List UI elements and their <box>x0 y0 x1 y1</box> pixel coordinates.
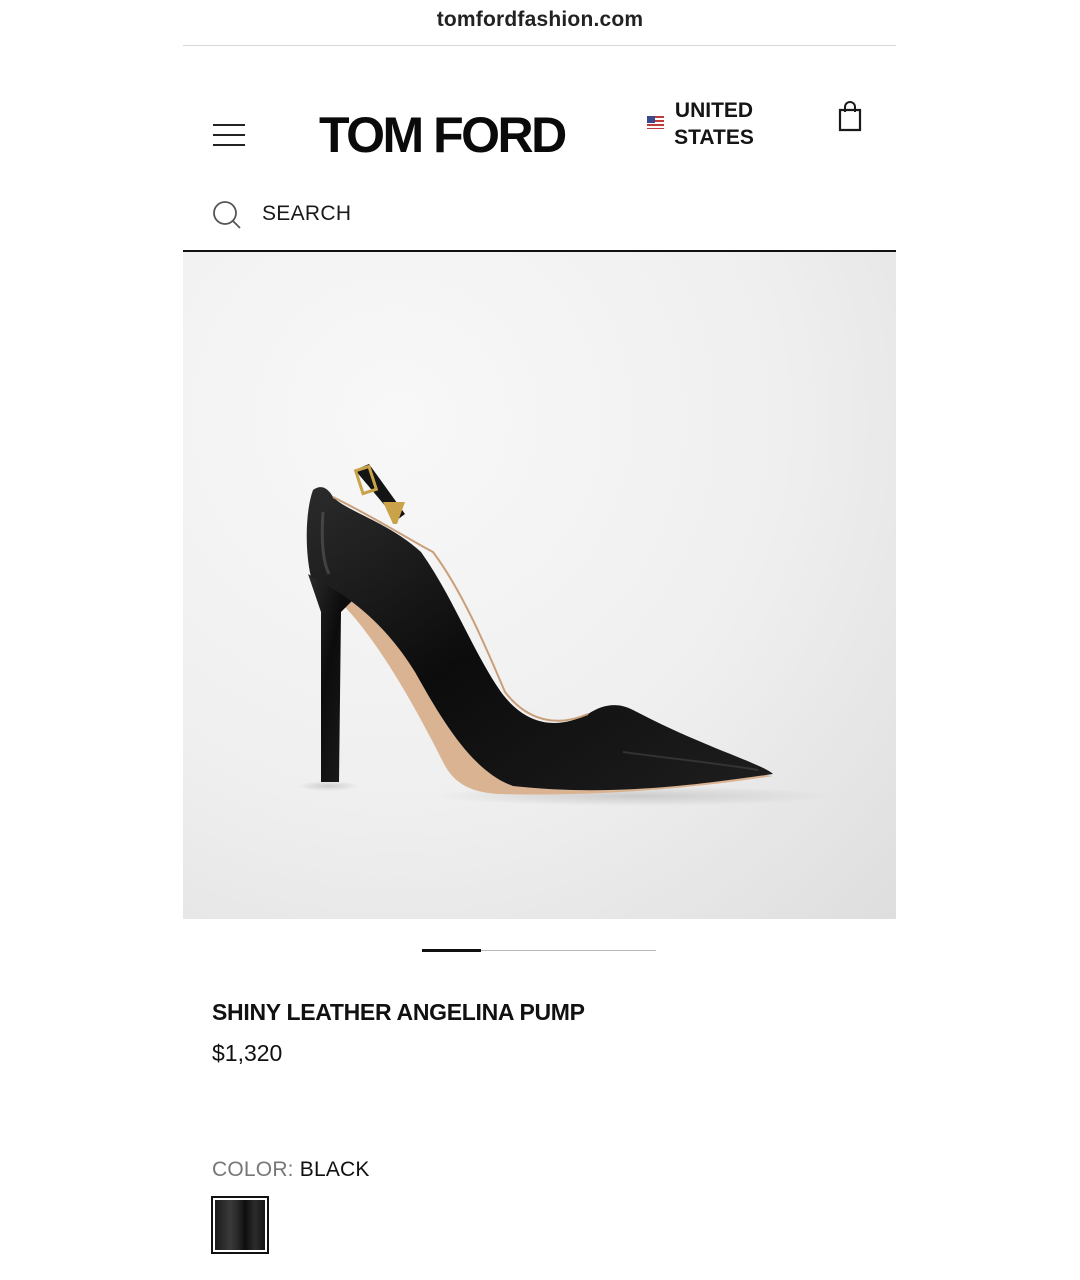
search-bar[interactable]: SEARCH <box>183 196 896 252</box>
search-label: SEARCH <box>262 202 352 225</box>
black-pump-shoe-image <box>298 464 833 806</box>
color-value: BLACK <box>299 1158 370 1181</box>
region-label: UNITED STATES <box>670 97 758 151</box>
color-selection-label: COLOR: BLACK <box>212 1158 370 1182</box>
browser-url-bar[interactable]: tomfordfashion.com <box>0 0 1080 46</box>
product-image[interactable] <box>183 252 896 919</box>
region-line-1: UNITED <box>674 99 754 122</box>
region-line-2: STATES <box>674 126 754 149</box>
product-price: $1,320 <box>212 1040 283 1066</box>
url-text: tomfordfashion.com <box>436 8 644 31</box>
search-icon <box>213 201 241 229</box>
us-flag-icon <box>647 116 664 129</box>
color-swatch-black[interactable] <box>211 1196 269 1254</box>
swatch-fill <box>215 1200 265 1250</box>
shopping-bag-icon[interactable] <box>835 100 865 132</box>
brand-logo[interactable]: TOM FORD <box>319 106 567 164</box>
product-name: SHINY LEATHER ANGELINA PUMP <box>212 999 585 1025</box>
site-header: TOM FORD UNITED STATES <box>183 46 896 196</box>
carousel-active-segment <box>422 949 481 952</box>
color-label: COLOR: <box>212 1158 294 1181</box>
hamburger-menu-icon[interactable] <box>213 124 245 148</box>
image-carousel-indicator[interactable] <box>422 949 656 952</box>
